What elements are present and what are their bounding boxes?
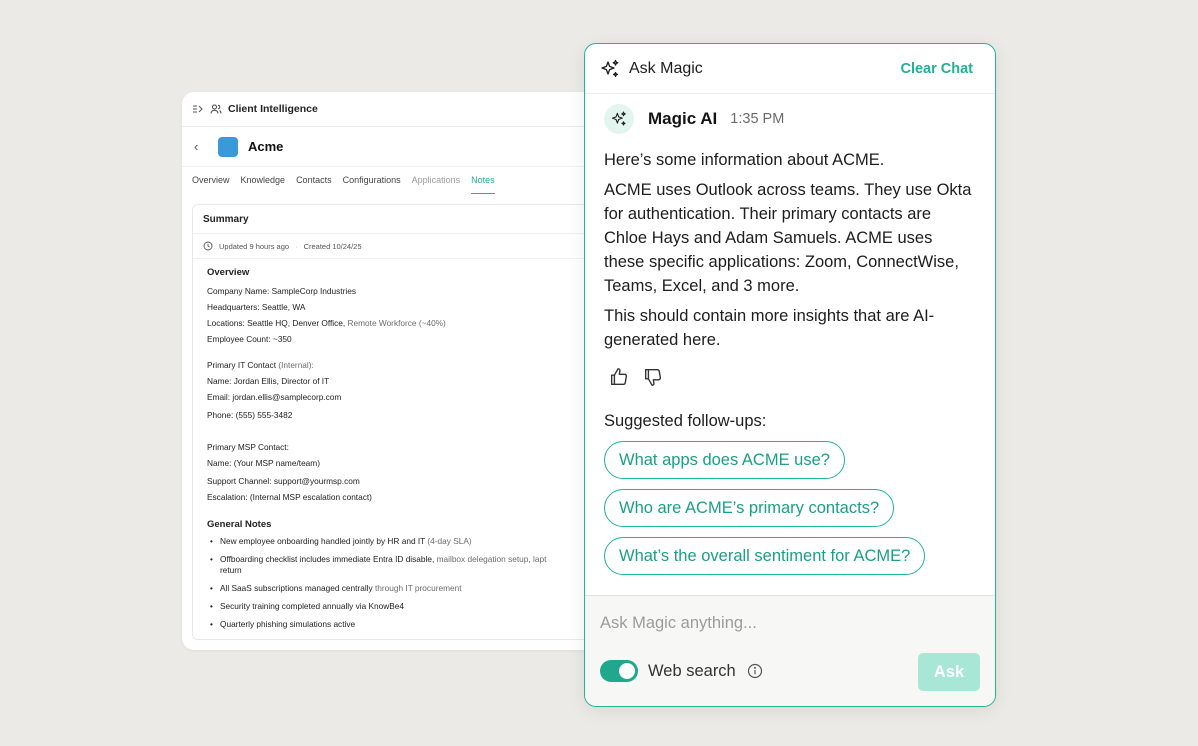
message-paragraph: This should contain more insights that a… (604, 307, 935, 349)
list-item: All SaaS subscriptions managed centrally… (207, 583, 621, 594)
it-email-row: Email: jordan.ellis@samplecorp.com (207, 392, 342, 402)
author-name: Magic AI (648, 109, 718, 128)
tab-knowledge[interactable]: Knowledge (241, 167, 286, 194)
toggle-knob (619, 663, 635, 679)
chat-title: Ask Magic (629, 59, 703, 77)
tab-notes[interactable]: Notes (471, 167, 495, 194)
thumbs-up-icon[interactable] (608, 366, 630, 388)
chat-header: Ask Magic Clear Chat (585, 44, 995, 94)
followup-chip[interactable]: What apps does ACME use? (604, 441, 845, 479)
company-name: Acme (248, 139, 284, 154)
list-item: New employee onboarding handled jointly … (207, 536, 621, 547)
tab-configurations[interactable]: Configurations (343, 167, 401, 194)
updated-text: Updated 9 hours ago (219, 241, 290, 251)
msp-support-row: Support Channel: support@yourmsp.com (207, 476, 360, 486)
info-icon[interactable] (747, 663, 763, 679)
msp-escalation-row: Escalation: (Internal MSP escalation con… (207, 492, 372, 502)
followups-list: What apps does ACME use? Who are ACME’s … (604, 441, 975, 585)
thumbs-down-icon[interactable] (642, 366, 664, 388)
list-item: Quarterly phishing simulations active (207, 619, 621, 630)
tab-bar: Overview Knowledge Contacts Configuratio… (182, 167, 622, 194)
followups-title: Suggested follow-ups: (604, 412, 767, 430)
it-name-row: Name: Jordan Ellis, Director of IT (207, 376, 330, 386)
tab-overview[interactable]: Overview (192, 167, 230, 194)
clear-chat-button[interactable]: Clear Chat (900, 61, 973, 77)
ask-input[interactable] (600, 612, 980, 634)
client-intelligence-panel: Client Intelligence ‹ Acme Overview Know… (182, 92, 622, 650)
headquarters-row: Headquarters: Seattle, WA (207, 302, 306, 312)
followup-chip[interactable]: Who are ACME’s primary contacts? (604, 489, 895, 527)
message-paragraph: Here’s some information about ACME. (604, 151, 885, 169)
tab-contacts[interactable]: Contacts (296, 167, 332, 194)
panel-header: Client Intelligence (182, 92, 622, 127)
created-text: Created 10/24/25 (303, 241, 362, 251)
followup-chip[interactable]: What’s the overall sentiment for ACME? (604, 537, 926, 575)
msp-heading: Primary MSP Contact: (207, 442, 289, 452)
feedback-row (608, 366, 975, 390)
clock-icon (203, 241, 213, 251)
sidebar-toggle-icon[interactable] (192, 103, 204, 115)
company-logo (218, 136, 238, 157)
list-item: Security training completed annually via… (207, 601, 621, 612)
message-paragraph: ACME uses Outlook across teams. They use… (604, 181, 972, 295)
message-author: Magic AI 1:35 PM (604, 104, 975, 134)
notes-heading: General Notes (207, 519, 272, 530)
overview-heading: Overview (207, 267, 250, 278)
employee-count-row: Employee Count: ~350 (207, 334, 292, 344)
list-item: Offboarding checklist includes immediate… (207, 554, 621, 576)
message-time: 1:35 PM (730, 111, 785, 127)
summary-card: Summary Updated 9 hours ago · Created 10… (192, 204, 622, 640)
sparkle-icon (599, 58, 621, 80)
locations-row: Locations: Seattle HQ, Denver Office, Re… (207, 318, 446, 328)
users-icon (210, 103, 222, 115)
sparkle-icon (610, 110, 628, 128)
app-canvas: Client Intelligence ‹ Acme Overview Know… (0, 0, 1198, 746)
summary-title: Summary (193, 205, 621, 234)
primary-it-heading: Primary IT Contact (Internal): (207, 360, 314, 370)
back-chevron-icon[interactable]: ‹ (194, 139, 208, 154)
meta-separator: · (295, 241, 298, 251)
summary-body: Overview Company Name: SampleCorp Indust… (193, 259, 621, 630)
web-search-label: Web search (648, 662, 736, 680)
ask-magic-panel: Ask Magic Clear Chat Magic AI 1:35 PM He… (584, 43, 996, 707)
it-phone-row: Phone: (555) 555-3482 (207, 410, 293, 420)
avatar (604, 104, 634, 134)
summary-meta: Updated 9 hours ago · Created 10/24/25 (193, 234, 621, 259)
company-name-row: Company Name: SampleCorp Industries (207, 286, 356, 296)
tab-applications[interactable]: Applications (412, 167, 461, 194)
company-header: ‹ Acme (182, 127, 622, 167)
ai-message: Magic AI 1:35 PM Here’s some information… (585, 94, 995, 585)
ask-button[interactable]: Ask (918, 653, 980, 691)
msp-name-row: Name: (Your MSP name/team) (207, 458, 320, 468)
web-search-toggle[interactable] (600, 660, 638, 682)
panel-title: Client Intelligence (228, 103, 318, 115)
chat-composer: Web search Ask (585, 595, 995, 706)
